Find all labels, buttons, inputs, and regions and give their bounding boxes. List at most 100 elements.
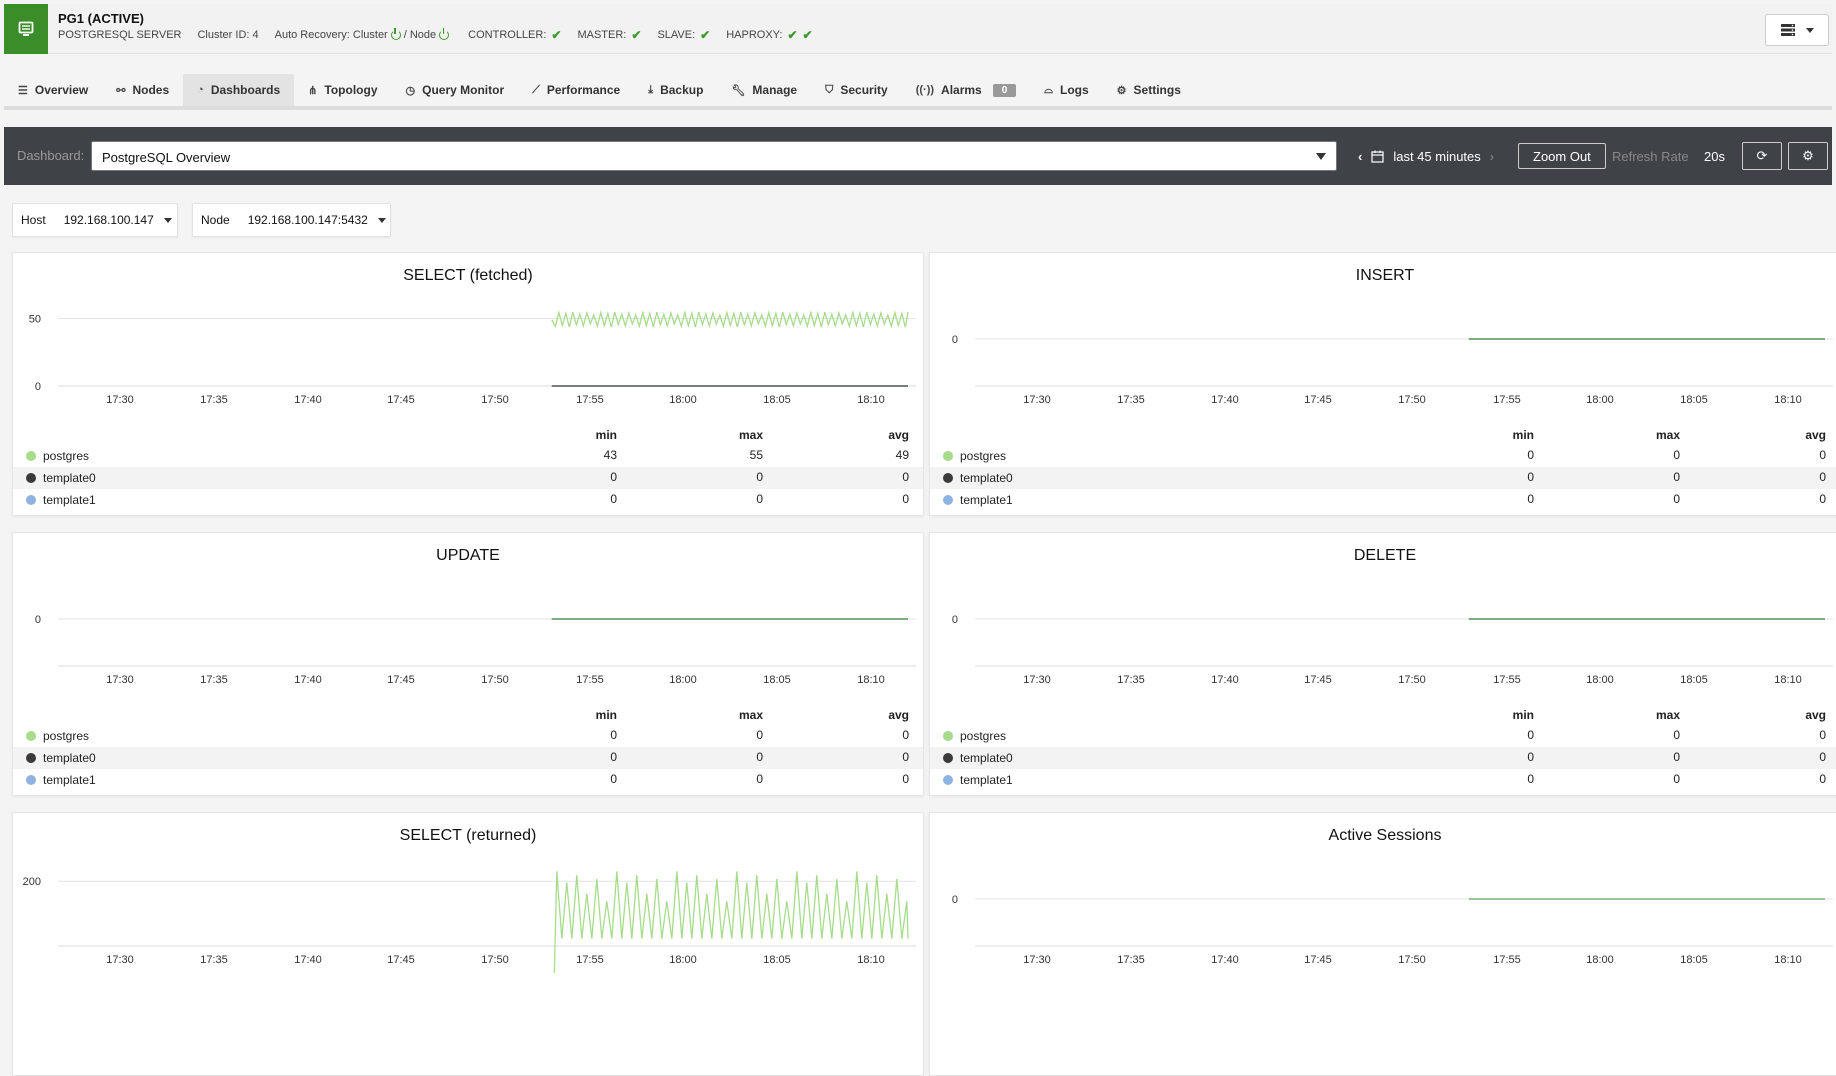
x-tick-label: 17:35 [1117,954,1145,966]
alarm-count-badge: 0 [992,83,1017,97]
legend-row[interactable]: postgres 0 0 0 [930,445,1836,467]
controller-status: CONTROLLER: ✔ [468,28,562,42]
legend-value: 0 [902,492,909,506]
gear-icon: ⚙ [1116,84,1127,97]
caret-down-icon [1806,27,1814,33]
legend-row[interactable]: template1 0 0 0 [13,769,923,791]
legend-row[interactable]: template1 0 0 0 [930,769,1836,791]
legend-value: 0 [1819,492,1826,506]
x-tick-label: 17:40 [1211,674,1239,686]
tab-dashboards[interactable]: ◔ Dashboards [183,74,295,106]
sitemap-icon: ⚯ [116,84,126,97]
tab-query-monitor[interactable]: ◷ Query Monitor [392,74,519,106]
legend-row[interactable]: template0 0 0 0 [930,747,1836,769]
caret-down-icon [163,217,172,223]
x-tick-label: 17:55 [1493,954,1521,966]
legend-row[interactable]: template0 0 0 0 [13,747,923,769]
legend-table: min max avg postgres 0 0 0 template0 0 0 0 template… [930,705,1836,791]
chart-panel: DELETE 0 17:30 17:35 17:40 17:45 17:50 17:55 18:… [929,532,1836,796]
tab-alarms[interactable]: ((·)) Alarms 0 [902,74,1031,106]
tab-divider [4,106,1832,110]
legend-value: 0 [1527,448,1534,462]
time-range-value[interactable]: last 45 minutes [1393,149,1480,164]
zoom-out-button[interactable]: Zoom Out [1518,143,1606,169]
x-tick-label: 17:40 [1211,954,1239,966]
legend-row[interactable]: postgres 43 55 49 [13,445,923,467]
tab-performance[interactable]: ⟋ Performance [518,74,634,106]
legend-swatch [26,451,36,461]
legend-value: 0 [1819,470,1826,484]
legend-column-header: avg [1805,428,1826,442]
x-tick-label: 18:05 [763,674,791,686]
y-tick-label: 0 [35,381,41,393]
x-tick-label: 18:10 [1774,394,1802,406]
legend-row[interactable]: template1 0 0 0 [930,489,1836,511]
legend-column-header: avg [1805,708,1826,722]
power-icon[interactable] [390,28,401,40]
tab-topology[interactable]: ⋔ Topology [294,74,391,106]
legend-header: min max avg [930,425,1836,445]
legend-swatch [26,753,36,763]
legend-row[interactable]: postgres 0 0 0 [930,725,1836,747]
power-icon[interactable] [439,28,450,40]
y-tick-label: 50 [29,314,41,326]
x-tick-label: 17:35 [200,954,228,966]
legend-value: 0 [1527,750,1534,764]
legend-value: 0 [1527,772,1534,786]
server-type: POSTGRESQL SERVER [58,29,182,41]
chart-plot[interactable]: 0 17:30 17:35 17:40 17:45 17:50 17:55 18:00 18:0… [930,533,1836,693]
dashboard-select[interactable]: PostgreSQL Overview [91,141,1337,171]
legend-swatch [26,473,36,483]
refresh-rate-value[interactable]: 20s [1704,149,1725,164]
node-filter[interactable]: Node 192.168.100.147:5432 [192,203,391,237]
legend-swatch [26,495,36,505]
tab-backup[interactable]: ⤓ Backup [634,74,717,106]
legend-row[interactable]: template1 0 0 0 [13,489,923,511]
cluster-actions-button[interactable] [1765,14,1829,46]
tab-overview[interactable]: ☰ Overview [4,74,102,106]
chevron-left-icon[interactable]: ‹ [1358,149,1362,164]
legend-header: min max avg [930,705,1836,725]
x-tick-label: 17:35 [1117,674,1145,686]
legend-value: 0 [1819,728,1826,742]
x-tick-label: 18:05 [763,394,791,406]
x-tick-label: 18:05 [763,954,791,966]
legend-row[interactable]: template0 0 0 0 [930,467,1836,489]
chart-plot[interactable]: 0 17:30 17:35 17:40 17:45 17:50 17:55 18:00 18:0… [930,253,1836,413]
chart-plot[interactable]: 0 50 17:30 17:35 17:40 17:45 17:50 17:55 18:00 18… [13,253,924,413]
tab-logs[interactable]: ⌓ Logs [1030,74,1102,106]
legend-row[interactable]: template0 0 0 0 [13,467,923,489]
legend-table: min max avg postgres 43 55 49 template0 0 0 0 templ… [13,425,923,511]
chart-panel: UPDATE 0 17:30 17:35 17:40 17:45 17:50 17:55 18:… [12,532,924,796]
check-icon: ✔ [700,28,711,42]
legend-series-name: postgres [43,449,90,463]
legend-swatch [943,495,953,505]
legend-value: 0 [1819,772,1826,786]
chart-plot[interactable]: 0 17:30 17:35 17:40 17:45 17:50 17:55 18:00 18:0… [13,533,924,693]
x-tick-label: 17:30 [1023,674,1051,686]
tab-security[interactable]: ⛉ Security [811,74,902,106]
dashboard-settings-button[interactable]: ⚙ [1788,142,1828,170]
chart-panel: Active Sessions 0 17:30 17:35 17:40 17:45 17:5… [929,812,1836,1076]
refresh-button[interactable]: ⟳ [1742,142,1782,170]
legend-column-header: min [1512,708,1534,722]
chart-plot[interactable]: 200 17:30 17:35 17:40 17:45 17:50 17:55 18:00 18… [13,813,924,973]
legend-column-header: max [738,428,763,442]
legend-table: min max avg postgres 0 0 0 template0 0 0 0 template… [13,705,923,791]
legend-row[interactable]: postgres 0 0 0 [13,725,923,747]
legend-value: 0 [1673,728,1680,742]
auto-recovery: Auto Recovery: Cluster / Node [275,28,453,41]
host-filter[interactable]: Host 192.168.100.147 [12,203,178,237]
x-tick-label: 17:45 [387,674,415,686]
x-tick-label: 17:55 [1493,394,1521,406]
tab-manage[interactable]: 🔧︎ Manage [717,74,811,106]
x-tick-label: 18:10 [857,674,885,686]
x-tick-label: 18:10 [1774,954,1802,966]
chevron-right-icon[interactable]: › [1490,149,1494,164]
chart-plot[interactable]: 0 17:30 17:35 17:40 17:45 17:50 17:55 18:00 18:0… [930,813,1836,973]
legend-value: 0 [756,750,763,764]
x-tick-label: 17:30 [106,394,134,406]
chart-panel: SELECT (returned) 200 17:30 17:35 17:40 17:45… [12,812,924,1076]
tab-settings[interactable]: ⚙ Settings [1103,74,1195,106]
tab-nodes[interactable]: ⚯ Nodes [102,74,183,106]
